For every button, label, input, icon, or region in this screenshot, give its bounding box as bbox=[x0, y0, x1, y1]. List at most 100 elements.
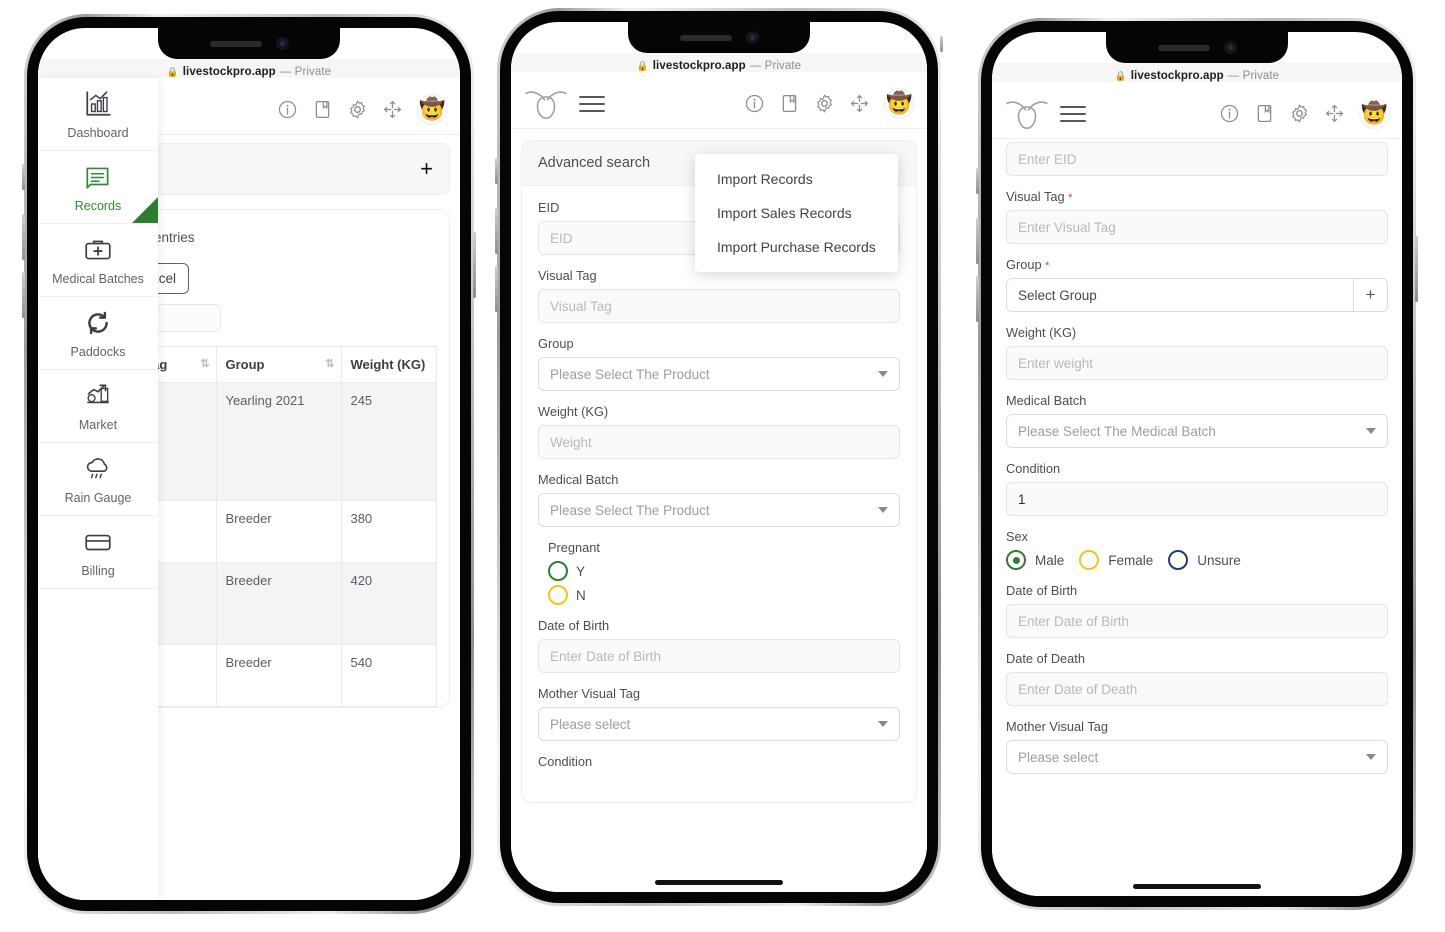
book-icon[interactable] bbox=[1254, 103, 1275, 124]
visual-tag-input[interactable] bbox=[1006, 210, 1388, 244]
pregnant-yes-option[interactable]: Y bbox=[548, 561, 900, 581]
move-icon[interactable] bbox=[382, 99, 403, 120]
dob-input[interactable] bbox=[538, 639, 900, 673]
pregnant-no-option[interactable]: N bbox=[548, 585, 900, 605]
weight-input[interactable] bbox=[538, 425, 900, 459]
private-label: — Private bbox=[279, 66, 332, 78]
app-header: 🤠 bbox=[511, 79, 927, 129]
phone-1-notch bbox=[158, 28, 340, 59]
book-icon[interactable] bbox=[779, 93, 800, 114]
gear-icon[interactable] bbox=[1289, 103, 1310, 124]
field-date-of-death: Date of Death bbox=[1006, 651, 1388, 706]
info-icon[interactable] bbox=[277, 99, 298, 120]
longhorn-logo-icon[interactable] bbox=[1004, 97, 1050, 131]
cowboy-avatar[interactable]: 🤠 bbox=[1359, 98, 1390, 129]
group-select-value: Please Select The Product bbox=[550, 366, 710, 382]
sort-updown-icon[interactable]: ⇅ bbox=[325, 357, 334, 370]
radio-female[interactable] bbox=[1079, 550, 1100, 570]
chevron-down-icon bbox=[878, 721, 888, 727]
menu-item-import-sales-records[interactable]: Import Sales Records bbox=[695, 196, 898, 230]
move-icon[interactable] bbox=[849, 93, 870, 114]
credit-card-icon bbox=[85, 534, 111, 551]
plus-icon[interactable]: + bbox=[1353, 279, 1387, 311]
pregnant-yes-label: Y bbox=[576, 563, 586, 579]
cowboy-avatar[interactable]: 🤠 bbox=[417, 94, 448, 125]
book-icon[interactable] bbox=[312, 99, 333, 120]
table-col-weight[interactable]: Weight (KG) bbox=[341, 346, 437, 383]
field-visual-tag: Visual Tag * bbox=[1006, 189, 1388, 244]
earpiece-speaker bbox=[679, 34, 732, 41]
plus-icon[interactable]: + bbox=[420, 158, 433, 180]
radio-no[interactable] bbox=[548, 585, 568, 605]
phone-3-main: New Record New Born? Yes No EID Visual T… bbox=[992, 82, 1402, 896]
earpiece-speaker bbox=[209, 40, 262, 47]
mother-select[interactable]: Please select bbox=[1006, 740, 1388, 774]
pregnant-label: Pregnant bbox=[548, 540, 600, 555]
longhorn-logo-icon[interactable] bbox=[523, 87, 569, 121]
move-icon[interactable] bbox=[1324, 103, 1345, 124]
sex-unsure-label: Unsure bbox=[1197, 552, 1241, 568]
group-select-with-add[interactable]: Select Group + bbox=[1006, 278, 1388, 312]
weight-input[interactable] bbox=[1006, 346, 1388, 380]
field-group: Group Please Select The Product bbox=[538, 336, 900, 391]
sex-female-label: Female bbox=[1108, 552, 1154, 568]
phone-2-notch bbox=[628, 22, 810, 53]
medical-batch-select[interactable]: Please Select The Product bbox=[538, 493, 900, 527]
menu-item-import-purchase-records[interactable]: Import Purchase Records bbox=[695, 230, 898, 264]
group-label: Group * bbox=[1006, 257, 1050, 272]
sidebar-item-label: Market bbox=[78, 418, 118, 432]
dob-label: Date of Birth bbox=[1006, 583, 1078, 598]
radio-yes[interactable] bbox=[548, 561, 568, 581]
sort-updown-icon[interactable]: ⇅ bbox=[200, 357, 209, 370]
mother-label: Mother Visual Tag bbox=[538, 686, 640, 701]
cell-weight: 380 bbox=[341, 500, 437, 563]
phone-2-volume-down bbox=[495, 266, 498, 312]
front-camera bbox=[275, 37, 289, 50]
condition-label: Condition bbox=[1006, 461, 1061, 476]
entries-label: entries bbox=[154, 229, 195, 245]
medical-batch-select[interactable]: Please Select The Medical Batch bbox=[1006, 414, 1388, 448]
medical-kit-icon bbox=[85, 240, 111, 260]
hamburger-menu-icon[interactable] bbox=[1060, 105, 1086, 122]
table-col-group[interactable]: Group ⇅ bbox=[216, 346, 343, 383]
gear-icon[interactable] bbox=[814, 93, 835, 114]
sidebar-item-dashboard[interactable]: Dashboard bbox=[38, 78, 158, 151]
phone-3-screen: 🔒 livestockpro.app — Private 🤠 Enter EID… bbox=[992, 32, 1402, 896]
advanced-search-form: EID Visual Tag Group Please Select The P… bbox=[522, 186, 916, 802]
group-select-value[interactable]: Select Group bbox=[1007, 279, 1353, 311]
condition-input[interactable] bbox=[1006, 482, 1388, 516]
medical-batch-value: Please Select The Product bbox=[550, 502, 710, 518]
radio-unsure[interactable] bbox=[1168, 550, 1189, 570]
sidebar-item-paddocks[interactable]: Paddocks bbox=[38, 297, 158, 370]
import-dropdown-menu[interactable]: Import Records Import Sales Records Impo… bbox=[695, 154, 898, 272]
cowboy-avatar[interactable]: 🤠 bbox=[884, 88, 915, 119]
group-select[interactable]: Please Select The Product bbox=[538, 357, 900, 391]
sidebar-item-rain-gauge[interactable]: Rain Gauge bbox=[38, 443, 158, 516]
menu-item-import-records[interactable]: Import Records bbox=[695, 162, 898, 196]
info-icon[interactable] bbox=[744, 93, 765, 114]
bar-chart-icon bbox=[86, 91, 111, 116]
url-text: livestockpro.app bbox=[182, 66, 276, 78]
dod-input[interactable] bbox=[1006, 672, 1388, 706]
required-marker: * bbox=[1068, 192, 1073, 204]
medical-batch-label: Medical Batch bbox=[538, 472, 619, 487]
hamburger-menu-icon[interactable] bbox=[579, 95, 605, 112]
info-icon[interactable] bbox=[1219, 103, 1240, 124]
dob-label: Date of Birth bbox=[538, 618, 610, 633]
chevron-down-icon bbox=[1366, 428, 1376, 434]
mother-select[interactable]: Please select bbox=[538, 707, 900, 741]
radio-male[interactable] bbox=[1006, 550, 1026, 570]
gear-icon[interactable] bbox=[347, 99, 368, 120]
sidebar-item-medical-batches[interactable]: Medical Batches bbox=[38, 224, 158, 297]
dob-input[interactable] bbox=[1006, 604, 1388, 638]
sidebar-item-records[interactable]: Records bbox=[38, 151, 158, 224]
sidebar-item-label: Rain Gauge bbox=[64, 491, 132, 505]
visual-tag-input[interactable] bbox=[538, 289, 900, 323]
eid-input[interactable] bbox=[1006, 142, 1388, 176]
phone-2-screen: 🔒 livestockpro.app — Private 🤠 Advanced … bbox=[511, 22, 927, 892]
sidebar-item-market[interactable]: Market bbox=[38, 370, 158, 443]
front-camera bbox=[745, 31, 759, 44]
front-camera bbox=[1223, 41, 1237, 54]
sidebar-item-billing[interactable]: Billing bbox=[38, 516, 158, 589]
chevron-down-icon bbox=[878, 371, 888, 377]
